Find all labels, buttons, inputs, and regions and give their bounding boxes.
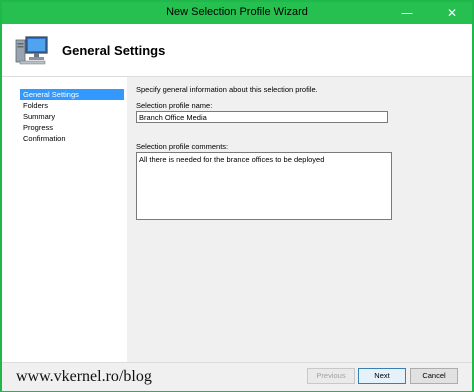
nav-item-general-settings[interactable]: General Settings bbox=[20, 89, 124, 100]
wizard-steps-nav: General Settings Folders Summary Progres… bbox=[2, 77, 127, 362]
page-title: General Settings bbox=[62, 43, 166, 58]
minimize-button[interactable]: — bbox=[394, 2, 420, 24]
profile-comments-label: Selection profile comments: bbox=[136, 142, 229, 151]
title-bar[interactable]: New Selection Profile Wizard — ✕ bbox=[2, 2, 472, 24]
nav-item-progress[interactable]: Progress bbox=[20, 122, 124, 133]
profile-name-input[interactable]: Branch Office Media bbox=[136, 111, 388, 123]
previous-button[interactable]: Previous bbox=[307, 368, 355, 384]
nav-item-folders[interactable]: Folders bbox=[20, 100, 124, 111]
settings-panel: Specify general information about this s… bbox=[127, 77, 472, 362]
profile-name-label: Selection profile name: bbox=[136, 101, 213, 110]
nav-item-confirmation[interactable]: Confirmation bbox=[20, 133, 124, 144]
wizard-window: New Selection Profile Wizard — ✕ General… bbox=[0, 0, 474, 392]
wizard-footer: www.vkernel.ro/blog Previous Next Cancel bbox=[2, 362, 472, 391]
computer-monitor-icon bbox=[15, 36, 48, 65]
close-button[interactable]: ✕ bbox=[432, 2, 472, 24]
cancel-button[interactable]: Cancel bbox=[410, 368, 458, 384]
next-button[interactable]: Next bbox=[358, 368, 406, 384]
page-description: Specify general information about this s… bbox=[136, 85, 318, 94]
nav-item-summary[interactable]: Summary bbox=[20, 111, 124, 122]
wizard-header: General Settings bbox=[2, 24, 472, 77]
watermark: www.vkernel.ro/blog bbox=[16, 368, 152, 385]
profile-comments-textarea[interactable]: All there is needed for the brance offic… bbox=[136, 152, 392, 220]
